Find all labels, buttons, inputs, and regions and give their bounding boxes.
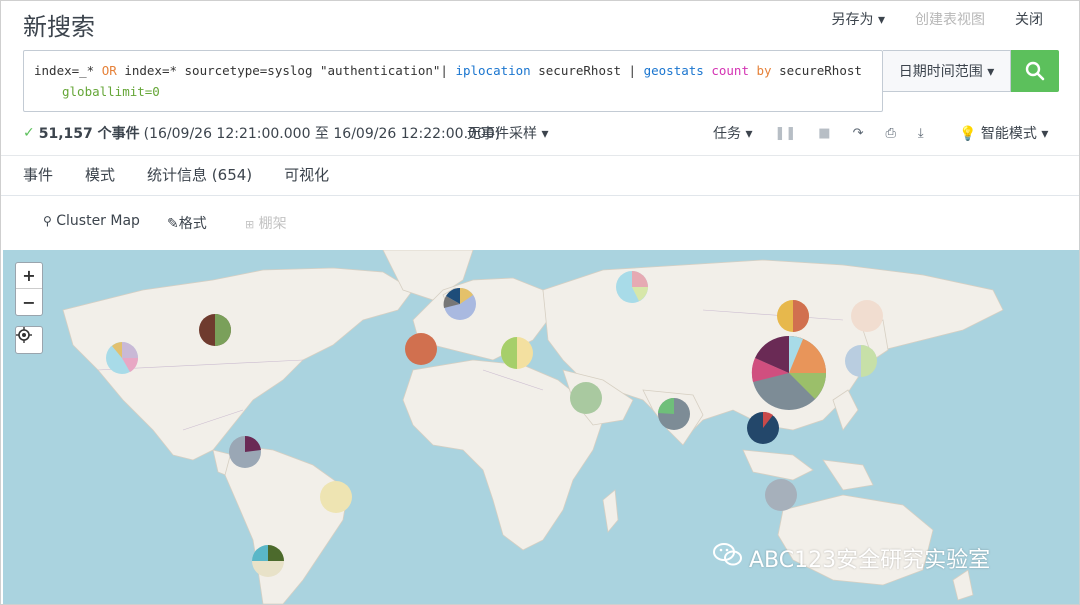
pie-marker[interactable]	[501, 337, 533, 369]
print-icon[interactable]: ⎙	[885, 126, 895, 141]
pause-icon[interactable]: ❚❚	[774, 126, 796, 141]
query-argument: globallimit=0	[62, 84, 160, 99]
pie-marker-large[interactable]	[751, 335, 826, 410]
query-token: index=_*	[34, 63, 102, 78]
event-count: 51,157 个事件	[38, 126, 140, 142]
viz-type-picker[interactable]: ⚲ Cluster Map	[43, 213, 140, 229]
top-actions: 另存为 ▾ 创建表视图 关闭	[832, 9, 1043, 29]
lightbulb-icon: 💡	[959, 126, 977, 142]
job-status: ✓ 51,157 个事件 (16/09/26 12:21:00.000 至 16…	[23, 123, 500, 143]
divider	[1, 155, 1079, 156]
trellis-button: ⊞ 棚架	[245, 213, 287, 233]
save-as-menu[interactable]: 另存为 ▾	[832, 9, 885, 29]
query-keyword: by	[756, 63, 772, 78]
search-icon	[1025, 61, 1045, 81]
create-table-view-button: 创建表视图	[915, 12, 985, 28]
pie-marker[interactable]	[765, 479, 797, 511]
pie-marker[interactable]	[845, 345, 877, 377]
share-icon[interactable]: ↷	[853, 126, 864, 141]
wechat-icon	[713, 542, 743, 574]
zoom-in-button[interactable]: +	[16, 263, 42, 289]
pie-marker[interactable]	[443, 287, 476, 320]
format-label: 格式	[178, 216, 207, 232]
pie-marker[interactable]	[851, 300, 883, 332]
pie-marker[interactable]	[777, 300, 809, 332]
export-icon[interactable]: ⤓	[918, 126, 924, 141]
map-pin-icon: ⚲	[43, 214, 52, 228]
pie-marker[interactable]	[320, 481, 352, 513]
locate-button[interactable]	[15, 326, 43, 354]
tab-patterns[interactable]: 模式	[85, 164, 115, 198]
query-operator: OR	[101, 63, 117, 78]
query-space	[749, 63, 757, 78]
query-token: secureRhost |	[530, 63, 644, 78]
splunk-search-window: 新搜索 另存为 ▾ 创建表视图 关闭 index=_* OR index=* s…	[0, 0, 1080, 605]
query-token: secureRhost	[771, 63, 862, 78]
viz-type-label: Cluster Map	[56, 213, 140, 229]
pie-marker[interactable]	[199, 314, 231, 346]
query-function: count	[711, 63, 749, 78]
pie-marker[interactable]	[405, 333, 437, 365]
search-mode-label: 智能模式 ▾	[980, 126, 1049, 142]
pie-marker[interactable]	[570, 382, 602, 414]
search-mode-menu[interactable]: 💡 智能模式 ▾	[959, 123, 1048, 143]
search-query-input[interactable]: index=_* OR index=* sourcetype=syslog "a…	[23, 50, 883, 112]
query-command: iplocation	[455, 63, 531, 78]
stop-icon[interactable]: ■	[818, 126, 830, 141]
query-token: index=* sourcetype=syslog "authenticatio…	[116, 63, 456, 78]
pie-marker[interactable]	[106, 342, 139, 374]
tab-events[interactable]: 事件	[23, 164, 53, 198]
pie-marker[interactable]	[747, 411, 779, 444]
pie-marker[interactable]	[229, 435, 261, 468]
pencil-icon: ✎	[167, 216, 179, 232]
event-sampling-menu[interactable]: 无事件采样 ▾	[467, 123, 548, 143]
watermark: ABC123安全研究实验室	[713, 542, 990, 574]
tab-statistics[interactable]: 统计信息 (654)	[147, 164, 252, 198]
grid-icon: ⊞	[245, 218, 255, 231]
job-menu[interactable]: 任务 ▾	[713, 123, 752, 143]
checkmark-icon: ✓	[23, 125, 35, 141]
watermark-text: ABC123安全研究实验室	[749, 548, 991, 573]
result-tabs: 事件 模式 统计信息 (654) 可视化	[23, 164, 361, 198]
pie-marker[interactable]	[658, 397, 690, 430]
zoom-controls: + −	[15, 262, 43, 316]
close-button[interactable]: 关闭	[1015, 9, 1043, 29]
visualization-toolbar: ⚲ Cluster Map ✎格式 ⊞ 棚架	[1, 196, 1079, 250]
crosshair-icon	[16, 327, 32, 343]
job-tools: 任务 ▾ ❚❚ ■ ↷ ⎙ ⤓	[713, 123, 924, 143]
format-button[interactable]: ✎格式	[167, 213, 207, 233]
pie-marker[interactable]	[252, 545, 284, 577]
zoom-out-button[interactable]: −	[16, 289, 42, 315]
trellis-label: 棚架	[258, 216, 287, 232]
time-range-picker[interactable]: 日期时间范围 ▾	[883, 50, 1011, 92]
pie-marker[interactable]	[616, 271, 648, 303]
query-command: geostats	[643, 63, 704, 78]
tab-visualization[interactable]: 可视化	[284, 164, 330, 198]
search-button[interactable]	[1011, 50, 1059, 92]
time-range-label: (16/09/26 12:21:00.000 至 16/09/26 12:22:…	[143, 126, 501, 142]
page-title: 新搜索	[23, 13, 95, 41]
